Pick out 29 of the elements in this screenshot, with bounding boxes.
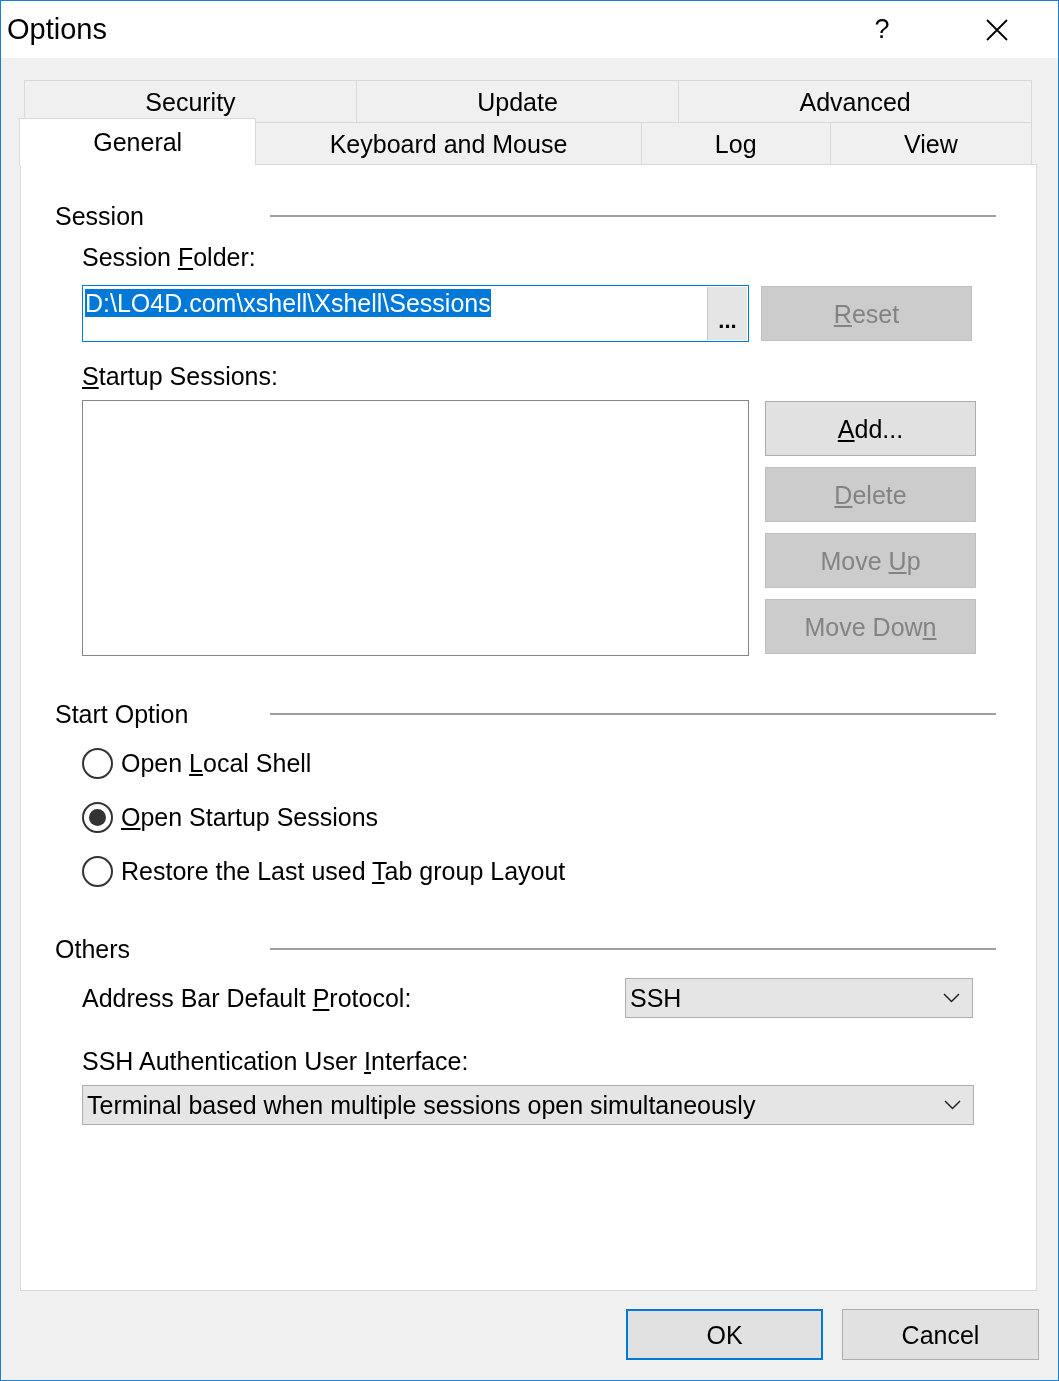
tab[interactable]: View [829,122,1033,164]
field-label: Address Bar Default Protocol: [82,983,413,1013]
tab[interactable]: Advanced [678,80,1032,122]
dropdown[interactable]: Terminal based when multiple sessions open simultaneously [82,1085,974,1125]
radio-button[interactable] [82,855,113,887]
dialog-button[interactable]: Cancel [842,1309,1039,1360]
field-label: SSH Authentication User Interface: [82,1046,469,1076]
radio-button[interactable] [82,801,113,833]
field-label: Session Folder: [82,242,256,272]
dropdown[interactable]: SSH [625,978,973,1018]
browse-button[interactable]: ... [707,287,747,340]
section-title: Session [55,201,145,231]
chevron-down-icon [944,1100,961,1110]
help-button[interactable]: ? [862,16,902,43]
radio-button[interactable] [82,747,113,779]
startup-sessions-list[interactable] [82,400,749,656]
list-action-button[interactable]: Add... [765,401,976,456]
tab[interactable]: General [19,118,257,165]
field-label: Startup Sessions: [82,361,278,391]
folder-path-field[interactable]: D:\LO4D.com\xshell\Xshell\Sessions ... [82,285,749,342]
option-label: Restore the Last used Tab group Layout [121,856,566,886]
section-title: Others [55,934,132,964]
section-title: Start Option [55,699,190,729]
option-label: Open Startup Sessions [121,802,379,832]
window-title: Options [7,12,108,47]
option-label: Open Local Shell [121,748,312,778]
chevron-down-icon [943,993,960,1003]
dialog-button[interactable]: OK [626,1309,823,1360]
close-icon [986,18,1008,41]
